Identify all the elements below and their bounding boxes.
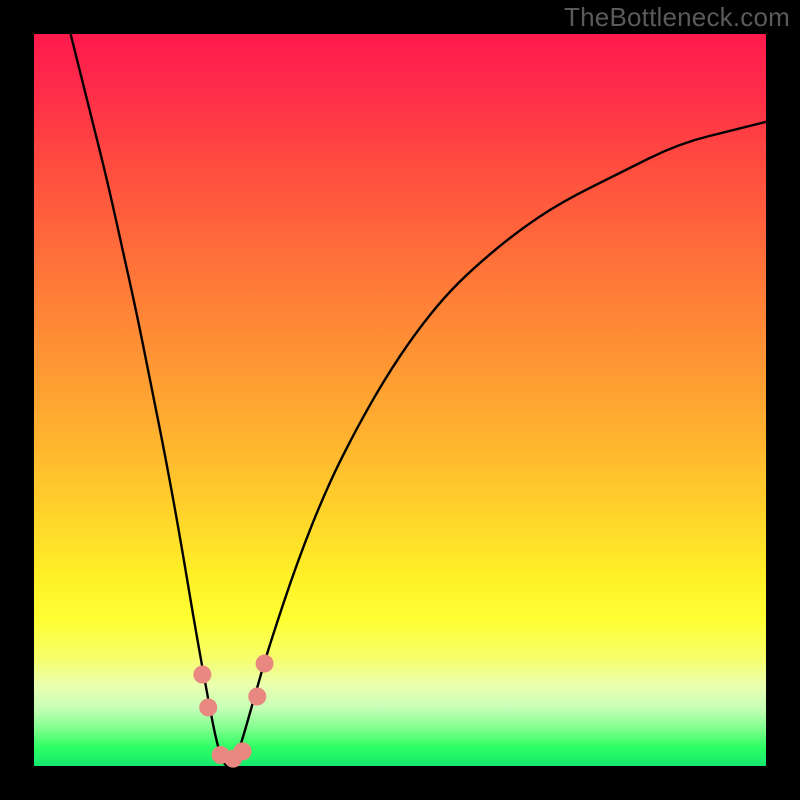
- gradient-background: [34, 34, 766, 766]
- bottleneck-chart: [0, 0, 800, 800]
- marker-right-lower: [248, 687, 266, 705]
- marker-left-lower: [199, 698, 217, 716]
- marker-right-upper: [256, 655, 274, 673]
- marker-bottom-3: [234, 742, 252, 760]
- marker-left-upper: [193, 666, 211, 684]
- chart-frame: TheBottleneck.com: [0, 0, 800, 800]
- watermark-text: TheBottleneck.com: [564, 2, 790, 33]
